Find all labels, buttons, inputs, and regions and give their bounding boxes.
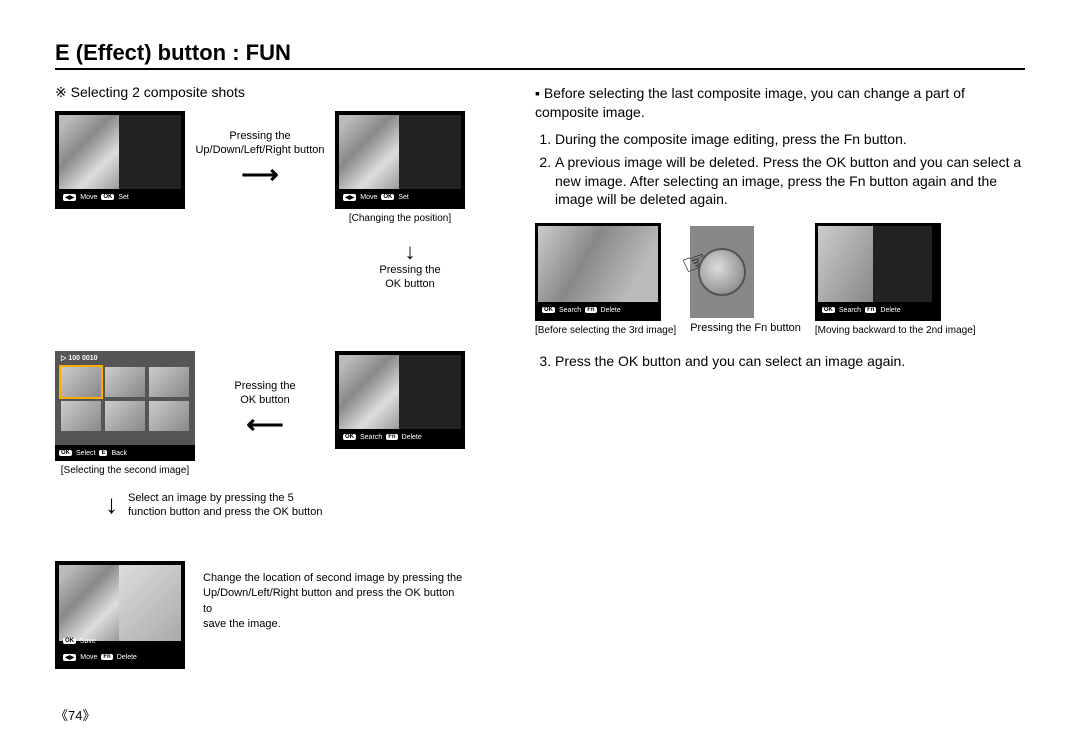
pressing-fn-label: Pressing the Fn button — [690, 322, 801, 334]
arrow-down-icon: ↓ — [105, 491, 118, 517]
step-text: Pressing the — [205, 379, 325, 393]
pill-fn: Fn — [101, 654, 112, 660]
pill-e: E — [99, 450, 107, 456]
pill-fn: Fn — [865, 307, 876, 313]
step-text: Pressing the — [355, 263, 465, 277]
page-number: 《74》 — [55, 705, 95, 724]
pill-fn: Fn — [386, 434, 397, 440]
screen-back-to-2nd: OK Search Fn Delete — [815, 223, 941, 321]
bar-label: Delete — [402, 434, 422, 441]
bar-label: Select — [76, 450, 95, 457]
pill-move-icon: ◀▶ — [343, 194, 356, 201]
fn-button-panel: ☞ — [690, 226, 754, 318]
final-desc: save the image. — [203, 617, 463, 632]
pill-ok: OK — [63, 638, 76, 644]
screen-before-3rd: OK Search Fn Delete — [535, 223, 661, 321]
bar-label: Delete — [117, 654, 137, 661]
thumbnail-grid-screen: ▷ 100 0010 OK Select E Back — [55, 351, 195, 461]
page-title: E (Effect) button : FUN — [55, 40, 1025, 70]
pill-move-icon: ◀▶ — [63, 654, 76, 661]
bar-label: Delete — [601, 307, 621, 314]
bar-label: Delete — [880, 307, 900, 314]
bar-label: Move — [80, 654, 97, 661]
bar-label: Set — [118, 194, 129, 201]
step-2: A previous image will be deleted. Press … — [555, 153, 1025, 210]
thumb-header: ▷ 100 0010 — [61, 354, 98, 362]
screen-step2: ◀▶ Move OK Set — [335, 111, 465, 209]
left-column: ※ Selecting 2 composite shots ◀▶ Move OK… — [55, 84, 505, 711]
step-text: function button and press the OK button — [128, 505, 322, 519]
pill-ok: OK — [822, 307, 835, 313]
caption-changing-position: [Changing the position] — [335, 213, 465, 224]
pill-ok: OK — [381, 194, 394, 200]
step-text: Pressing the — [195, 129, 325, 143]
bar-label: Move — [360, 194, 377, 201]
caption-before-3rd: [Before selecting the 3rd image] — [535, 325, 676, 336]
screen-final: OK Save ◀▶ Move Fn Delete — [55, 561, 185, 669]
bar-label: Save — [80, 638, 96, 645]
pill-move-icon: ◀▶ — [63, 194, 76, 201]
bar-label: Move — [80, 194, 97, 201]
step-text: Select an image by pressing the 5 — [128, 491, 322, 505]
step-text: OK button — [355, 277, 465, 291]
arrow-down-icon: ↓ — [355, 241, 465, 263]
pill-fn: Fn — [585, 307, 596, 313]
pill-ok: OK — [542, 307, 555, 313]
bar-label: Search — [559, 307, 581, 314]
left-heading: ※ Selecting 2 composite shots — [55, 84, 505, 101]
pill-ok: OK — [343, 434, 356, 440]
bar-label: Search — [839, 307, 861, 314]
right-column: ▪ Before selecting the last composite im… — [535, 84, 1025, 711]
screen-step3: OK Search Fn Delete — [335, 351, 465, 449]
screen-step1: ◀▶ Move OK Set — [55, 111, 185, 209]
caption-select-second: [Selecting the second image] — [55, 465, 195, 476]
bar-label: Back — [111, 450, 127, 457]
arrow-right-icon: ⟶ — [195, 158, 325, 192]
step-1: During the composite image editing, pres… — [555, 130, 1025, 149]
caption-back-2nd: [Moving backward to the 2nd image] — [815, 325, 976, 336]
bar-label: Search — [360, 434, 382, 441]
pill-ok: OK — [59, 450, 72, 456]
step-3: Press the OK button and you can select a… — [555, 352, 1025, 371]
step-text: OK button — [205, 393, 325, 407]
arrow-left-icon: ⟵ — [205, 408, 325, 442]
step-text: Up/Down/Left/Right button — [195, 143, 325, 157]
pill-ok: OK — [101, 194, 114, 200]
final-desc: Change the location of second image by p… — [203, 571, 463, 586]
final-desc: Up/Down/Left/Right button and press the … — [203, 586, 463, 617]
intro-bullet: ▪ Before selecting the last composite im… — [535, 84, 1025, 122]
bar-label: Set — [398, 194, 409, 201]
